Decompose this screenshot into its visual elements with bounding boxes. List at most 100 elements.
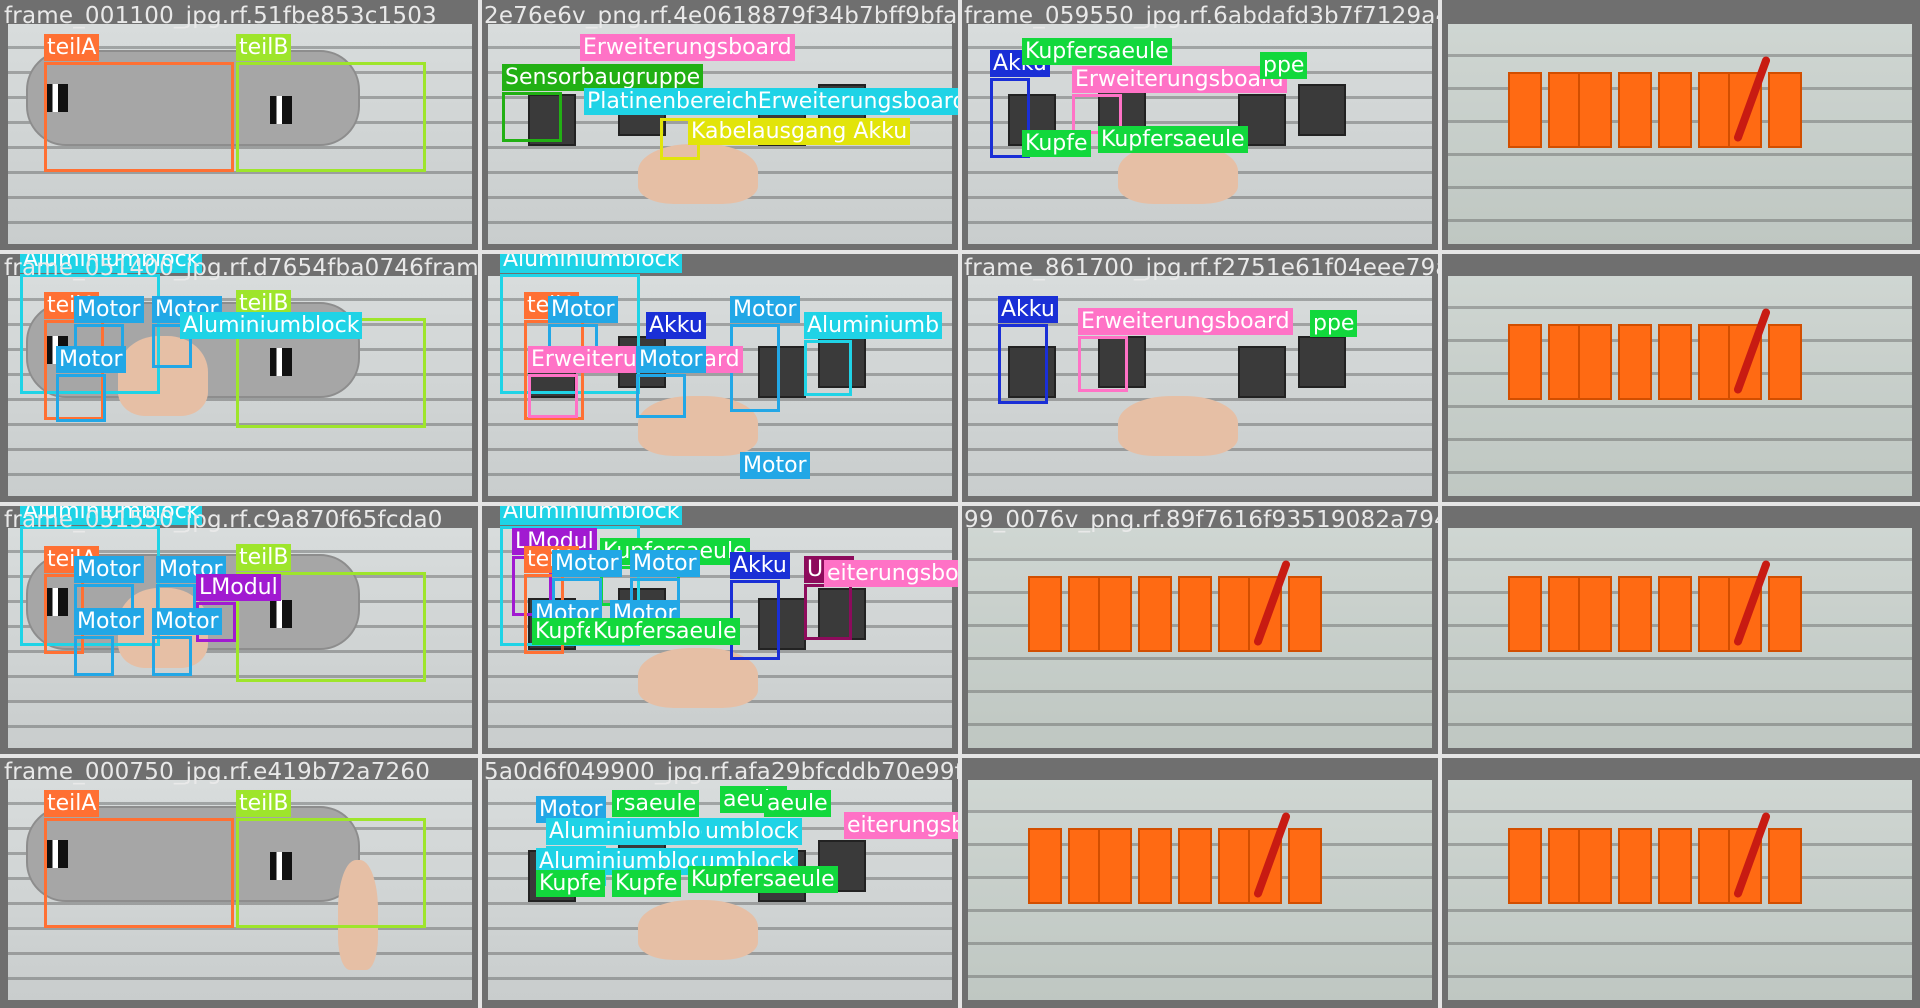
- orange-holder: [1698, 828, 1732, 904]
- detection-label: Kupfersaeule: [688, 866, 838, 893]
- tile-separator: [0, 754, 1920, 758]
- detection-label: Aluminiumblock: [500, 504, 683, 525]
- orange-holder: [1618, 828, 1652, 904]
- detection-label: teilA: [44, 790, 100, 817]
- orange-holder: [1098, 576, 1132, 652]
- bounding-box: [998, 324, 1048, 404]
- filename-label: 5a0d6f049900_jpg.rf.afa29bfcddb70e99f306…: [484, 759, 960, 785]
- mosaic-tile: [1440, 252, 1920, 504]
- detection-label: Motor: [630, 550, 700, 577]
- detection-label: Motor: [552, 550, 622, 577]
- detection-label: teilB: [236, 34, 292, 61]
- detection-label: eiterungsboard: [824, 560, 960, 587]
- orange-holder: [1698, 576, 1732, 652]
- orange-holder: [1178, 828, 1212, 904]
- detection-label: PlatinenbereichErweiterungsboard: [584, 88, 960, 115]
- tile-separator: [0, 250, 1920, 254]
- detection-label: ppe: [1260, 52, 1308, 79]
- mosaic-tile: Akku Erweiterungsboard ppe frame_861700_jpg…: [960, 252, 1440, 504]
- orange-holder: [1508, 576, 1542, 652]
- bounding-box: [44, 62, 234, 172]
- mosaic-tile: [1440, 756, 1920, 1008]
- orange-holder: [1068, 576, 1102, 652]
- mosaic-tile: Motor rsaeule aeule aeule Aluminiumblock umbl…: [480, 756, 960, 1008]
- detection-label: Aluminiumblock: [180, 312, 363, 339]
- detection-label: LModul: [196, 574, 281, 601]
- orange-holder: [1508, 828, 1542, 904]
- orange-holder: [1578, 72, 1612, 148]
- orange-holder: [1548, 324, 1582, 400]
- orange-holder: [1698, 324, 1732, 400]
- detection-label: Akku: [646, 312, 706, 339]
- detection-label: ppe: [1310, 310, 1358, 337]
- bounding-box: [528, 374, 578, 418]
- detection-label: umblock: [702, 818, 802, 845]
- detection-label: Akku: [730, 552, 790, 579]
- circuit-board: [1298, 84, 1346, 136]
- detection-label: Kupfe: [1022, 130, 1091, 157]
- detection-label: Erweiterungsboard: [580, 34, 795, 61]
- frame-image: [1448, 780, 1912, 1000]
- frame-image: [968, 780, 1432, 1000]
- detection-label: Kupfe: [536, 870, 605, 897]
- orange-holder: [1548, 576, 1582, 652]
- orange-holder: [1658, 72, 1692, 148]
- orange-holder: [1768, 72, 1802, 148]
- circuit-board: [1238, 346, 1286, 398]
- bounding-box: [502, 92, 562, 142]
- frame-image: [968, 528, 1432, 748]
- orange-holder: [1768, 576, 1802, 652]
- orange-holder: [1288, 576, 1322, 652]
- detection-label: Motor: [152, 608, 222, 635]
- orange-holder: [1138, 828, 1172, 904]
- detection-label: rsaeule: [612, 790, 700, 817]
- orange-holder: [1578, 828, 1612, 904]
- frame-image: [1448, 276, 1912, 496]
- filename-label: frame_059550_jpg.rf.6abdafd3b7f7129a4459…: [964, 3, 1440, 29]
- orange-holder: [1508, 324, 1542, 400]
- detection-label: teilB: [236, 544, 292, 571]
- detection-label: Aluminiumblock: [500, 252, 683, 273]
- orange-holder: [1028, 576, 1062, 652]
- hand: [1118, 144, 1238, 204]
- orange-holder: [1698, 72, 1732, 148]
- detection-label: Aluminiumb: [804, 312, 943, 339]
- hand: [638, 900, 758, 960]
- orange-holder: [1508, 72, 1542, 148]
- detection-label: Kupfersaeule: [1022, 38, 1172, 65]
- bounding-box: [636, 374, 686, 418]
- orange-holder: [1548, 828, 1582, 904]
- detection-label: Kupfe: [612, 870, 681, 897]
- mosaic-tile: [1440, 504, 1920, 756]
- filename-label: frame_001100_jpg.rf.51fbe853c1503: [4, 3, 437, 29]
- bounding-box: [56, 374, 106, 422]
- detection-label: Motor: [74, 556, 144, 583]
- bounding-box: [804, 340, 852, 396]
- bounding-box: [804, 584, 852, 640]
- detection-label: Akku: [998, 296, 1058, 323]
- bounding-box: [236, 62, 426, 172]
- detection-label: Motor: [74, 296, 144, 323]
- detection-label: aeule: [764, 790, 831, 817]
- detection-label: Erweiterungsboard: [1072, 66, 1287, 93]
- orange-holder: [1618, 576, 1652, 652]
- orange-holder: [1098, 828, 1132, 904]
- filename-label: frame_861700_jpg.rf.f2751e61f04eee79a053…: [964, 255, 1440, 281]
- orange-holder: [1618, 324, 1652, 400]
- detection-label: Motor: [740, 452, 810, 479]
- filename-label: 99_0076v_png.rf.89f7616f93519082a7948045…: [964, 507, 1440, 533]
- tile-separator: [0, 502, 1920, 506]
- mosaic-tile: Aluminiumblock teilA Motor Motor teilB LModul…: [0, 504, 480, 756]
- detection-label: Erweiterungsboard: [1078, 308, 1293, 335]
- filename-label: frame_051550_jpg.rf.c9a870f65fcda0: [4, 507, 443, 533]
- detection-label: Motor: [74, 608, 144, 635]
- orange-holder: [1548, 72, 1582, 148]
- bounding-box: [152, 636, 192, 676]
- orange-holder: [1768, 828, 1802, 904]
- detection-label: teilA: [44, 34, 100, 61]
- detection-label: Kabelausgang Akku: [688, 118, 911, 145]
- orange-holder: [1068, 828, 1102, 904]
- detection-label: Kupfersaeule: [590, 618, 740, 645]
- mosaic-tile: Aluminiumblock teilA Motor Motor teilB Alumin…: [0, 252, 480, 504]
- orange-holder: [1578, 324, 1612, 400]
